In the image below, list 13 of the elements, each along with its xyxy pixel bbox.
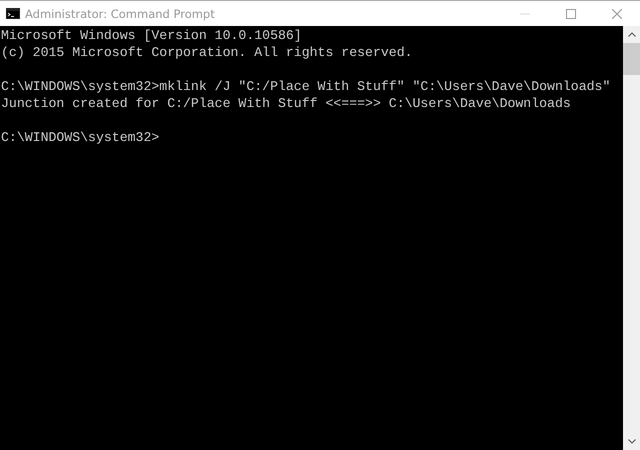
console-line: Junction created for C:/Place With Stuff <<===>> C:\Users\Dave\Downloads [1, 95, 572, 112]
scroll-down-icon[interactable] [628, 439, 636, 444]
console-line: C:\WINDOWS\system32> [1, 129, 160, 146]
console-line: C:\WINDOWS\system32>mklink /J "C:/Place With Stuff" "C:\Users\Dave\Downloads" [1, 78, 612, 95]
scroll-thumb[interactable] [623, 43, 640, 75]
scrollbar[interactable] [623, 26, 640, 450]
scroll-up-icon[interactable] [628, 32, 636, 37]
window-title: Administrator: Command Prompt [25, 6, 215, 20]
close-icon[interactable] [612, 8, 622, 18]
console-line: Microsoft Windows [Version 10.0.10586] [1, 27, 303, 44]
console-line: (c) 2015 Microsoft Corporation. All rights reserved. [1, 44, 414, 61]
maximize-icon[interactable] [566, 8, 576, 18]
console-icon [6, 8, 20, 19]
